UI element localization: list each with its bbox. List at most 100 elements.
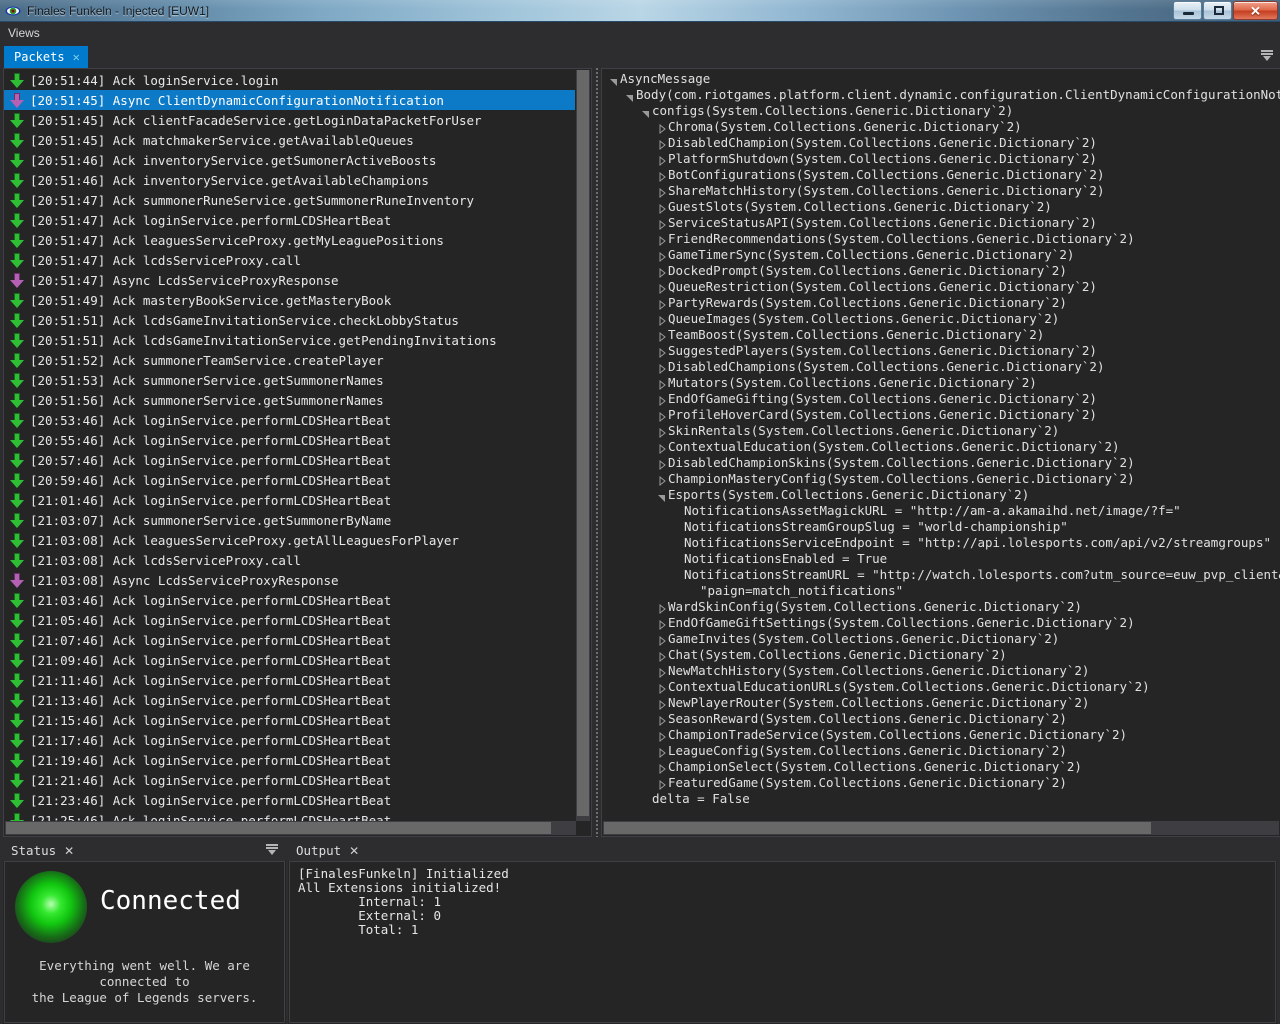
packet-row[interactable]: [20:51:45] Ack clientFacadeService.getLo… (4, 110, 575, 130)
close-button[interactable]: ✕ (1233, 1, 1278, 20)
tree-row[interactable]: PlatformShutdown(System.Collections.Gene… (602, 150, 1280, 167)
chevron-right-icon[interactable] (656, 200, 668, 215)
chevron-right-icon[interactable] (656, 776, 668, 791)
tree-row[interactable]: ContextualEducation(System.Collections.G… (602, 438, 1280, 455)
status-dock-close-icon[interactable]: ✕ (64, 844, 74, 858)
output-dock-header[interactable]: Output ✕ (288, 840, 1277, 861)
chevron-right-icon[interactable] (656, 392, 668, 407)
packet-row[interactable]: [20:51:47] Ack lcdsServiceProxy.call (4, 250, 575, 270)
tree-row[interactable]: NotificationsAssetMagickURL = "http://am… (602, 502, 1280, 518)
chevron-down-icon[interactable] (608, 72, 620, 86)
tree-row[interactable]: configs(System.Collections.Generic.Dicti… (602, 102, 1280, 118)
panel-menu-icon[interactable] (266, 844, 278, 857)
tree-row[interactable]: FeaturedGame(System.Collections.Generic.… (602, 774, 1280, 791)
chevron-right-icon[interactable] (656, 184, 668, 199)
tree-row[interactable]: ProfileHoverCard(System.Collections.Gene… (602, 406, 1280, 423)
tree-horizontal-scrollbar[interactable] (603, 821, 1279, 835)
output-dock-close-icon[interactable]: ✕ (349, 844, 359, 858)
tree-row[interactable]: NotificationsStreamURL = "http://watch.l… (602, 566, 1280, 582)
tree-row[interactable]: DockedPrompt(System.Collections.Generic.… (602, 262, 1280, 279)
chevron-right-icon[interactable] (656, 728, 668, 743)
tree-row[interactable]: EndOfGameGiftSettings(System.Collections… (602, 614, 1280, 631)
chevron-right-icon[interactable] (656, 232, 668, 247)
chevron-right-icon[interactable] (656, 472, 668, 487)
chevron-right-icon[interactable] (656, 760, 668, 775)
packet-row[interactable]: [21:11:46] Ack loginService.performLCDSH… (4, 670, 575, 690)
packet-row[interactable]: [21:17:46] Ack loginService.performLCDSH… (4, 730, 575, 750)
packet-row[interactable]: [21:13:46] Ack loginService.performLCDSH… (4, 690, 575, 710)
minimize-button[interactable] (1173, 1, 1202, 20)
tree-row[interactable]: FriendRecommendations(System.Collections… (602, 230, 1280, 247)
tree-row[interactable]: "paign=match_notifications" (602, 582, 1280, 598)
tree-row[interactable]: Chroma(System.Collections.Generic.Dictio… (602, 118, 1280, 135)
packet-row[interactable]: [21:03:08] Ack lcdsServiceProxy.call (4, 550, 575, 570)
packet-row[interactable]: [21:19:46] Ack loginService.performLCDSH… (4, 750, 575, 770)
tree-row[interactable]: NewPlayerRouter(System.Collections.Gener… (602, 694, 1280, 711)
tree-row[interactable]: LeagueConfig(System.Collections.Generic.… (602, 742, 1280, 759)
packet-row[interactable]: [20:51:56] Ack summonerService.getSummon… (4, 390, 575, 410)
packet-row[interactable]: [20:51:47] Ack loginService.performLCDSH… (4, 210, 575, 230)
packet-row[interactable]: [20:51:51] Ack lcdsGameInvitationService… (4, 310, 575, 330)
tab-overflow-icon[interactable] (1260, 49, 1274, 63)
packet-row[interactable]: [20:51:46] Ack inventoryService.getAvail… (4, 170, 575, 190)
packet-row[interactable]: [21:03:08] Async LcdsServiceProxyRespons… (4, 570, 575, 590)
chevron-right-icon[interactable] (656, 136, 668, 151)
packet-row[interactable]: [20:51:44] Ack loginService.login (4, 70, 575, 90)
packet-row[interactable]: [20:51:47] Async LcdsServiceProxyRespons… (4, 270, 575, 290)
chevron-right-icon[interactable] (656, 296, 668, 311)
tree-row[interactable]: DisabledChampion(System.Collections.Gene… (602, 134, 1280, 151)
packets-vertical-scrollbar[interactable] (576, 70, 590, 821)
packet-row[interactable]: [20:57:46] Ack loginService.performLCDSH… (4, 450, 575, 470)
packet-row[interactable]: [21:01:46] Ack loginService.performLCDSH… (4, 490, 575, 510)
chevron-right-icon[interactable] (656, 168, 668, 183)
packet-row[interactable]: [21:03:46] Ack loginService.performLCDSH… (4, 590, 575, 610)
packet-row[interactable]: [20:51:53] Ack summonerService.getSummon… (4, 370, 575, 390)
tree-row[interactable]: EndOfGameGifting(System.Collections.Gene… (602, 390, 1280, 407)
tree-row[interactable]: Mutators(System.Collections.Generic.Dict… (602, 374, 1280, 391)
chevron-right-icon[interactable] (656, 616, 668, 631)
tree-row[interactable]: GameTimerSync(System.Collections.Generic… (602, 246, 1280, 263)
packet-list[interactable]: [20:51:44] Ack loginService.login [20:51:… (4, 69, 575, 830)
packet-row[interactable]: [21:05:46] Ack loginService.performLCDSH… (4, 610, 575, 630)
tree-row[interactable]: NotificationsEnabled = True (602, 550, 1280, 566)
packet-row[interactable]: [20:51:52] Ack summonerTeamService.creat… (4, 350, 575, 370)
packet-row[interactable]: [21:03:07] Ack summonerService.getSummon… (4, 510, 575, 530)
tree-row[interactable]: DisabledChampions(System.Collections.Gen… (602, 358, 1280, 375)
tree-row[interactable]: AsyncMessage (602, 70, 1280, 86)
chevron-right-icon[interactable] (656, 328, 668, 343)
tree-row[interactable]: delta = False (602, 790, 1280, 806)
chevron-right-icon[interactable] (656, 152, 668, 167)
tree-row[interactable]: GuestSlots(System.Collections.Generic.Di… (602, 198, 1280, 215)
tree-row[interactable]: PartyRewards(System.Collections.Generic.… (602, 294, 1280, 311)
scrollbar-thumb[interactable] (6, 822, 551, 834)
packet-row[interactable]: [21:21:46] Ack loginService.performLCDSH… (4, 770, 575, 790)
packet-row[interactable]: [20:51:47] Ack summonerRuneService.getSu… (4, 190, 575, 210)
chevron-right-icon[interactable] (656, 456, 668, 471)
packet-row[interactable]: [20:53:46] Ack loginService.performLCDSH… (4, 410, 575, 430)
packet-row[interactable]: [20:51:47] Ack leaguesServiceProxy.getMy… (4, 230, 575, 250)
tree-row[interactable]: NotificationsStreamGroupSlug = "world-ch… (602, 518, 1280, 534)
chevron-down-icon[interactable] (624, 88, 636, 102)
packet-row[interactable]: [20:59:46] Ack loginService.performLCDSH… (4, 470, 575, 490)
chevron-right-icon[interactable] (656, 648, 668, 663)
packet-row[interactable]: [20:51:46] Ack inventoryService.getSumon… (4, 150, 575, 170)
tree-row[interactable]: GameInvites(System.Collections.Generic.D… (602, 630, 1280, 647)
chevron-right-icon[interactable] (656, 248, 668, 263)
packet-row[interactable]: [20:51:51] Ack lcdsGameInvitationService… (4, 330, 575, 350)
scrollbar-thumb[interactable] (604, 822, 1151, 834)
chevron-right-icon[interactable] (656, 696, 668, 711)
tree-row[interactable]: TeamBoost(System.Collections.Generic.Dic… (602, 326, 1280, 343)
chevron-right-icon[interactable] (656, 360, 668, 375)
packet-row[interactable]: [21:23:46] Ack loginService.performLCDSH… (4, 790, 575, 810)
tree-row[interactable]: SeasonReward(System.Collections.Generic.… (602, 710, 1280, 727)
packet-row[interactable]: [20:51:49] Ack masteryBookService.getMas… (4, 290, 575, 310)
message-tree[interactable]: AsyncMessage Body(com.riotgames.platform.… (602, 69, 1280, 806)
chevron-right-icon[interactable] (656, 264, 668, 279)
chevron-right-icon[interactable] (656, 600, 668, 615)
tree-row[interactable]: QueueImages(System.Collections.Generic.D… (602, 310, 1280, 327)
tree-row[interactable]: ChampionSelect(System.Collections.Generi… (602, 758, 1280, 775)
output-log[interactable]: [FinalesFunkeln] Initialized All Extensio… (290, 862, 1275, 937)
chevron-down-icon[interactable] (640, 104, 652, 118)
tree-row[interactable]: ServiceStatusAPI(System.Collections.Gene… (602, 214, 1280, 231)
tree-row[interactable]: QueueRestriction(System.Collections.Gene… (602, 278, 1280, 295)
